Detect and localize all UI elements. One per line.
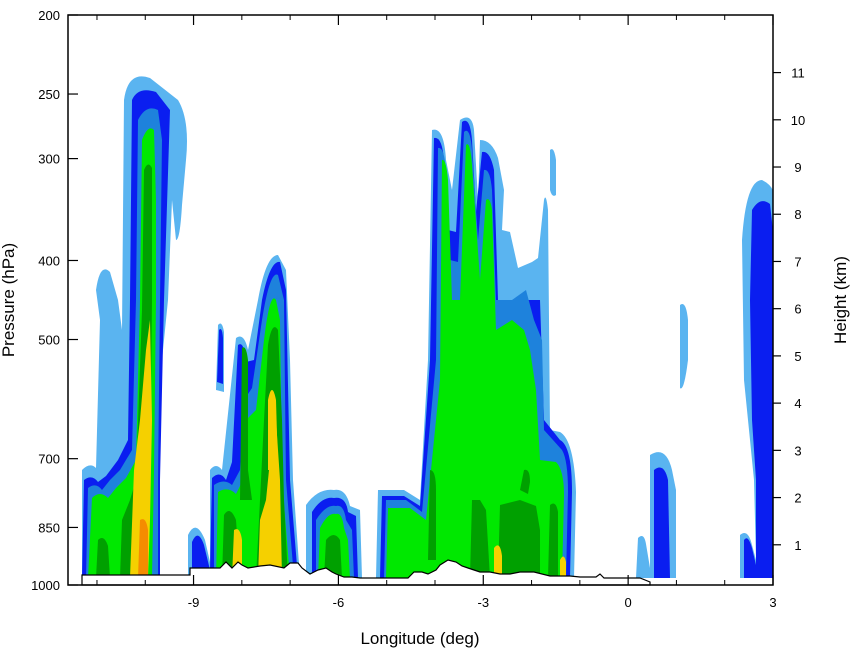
x-tick-label: -9 bbox=[188, 595, 200, 610]
height-tick-label: 10 bbox=[791, 113, 805, 128]
height-tick-label: 3 bbox=[794, 443, 801, 458]
cross-section-chart: -9 -6 -3 0 3 1000 850 700 500 400 300 250 200 1 2 3 4 5… bbox=[0, 8, 850, 648]
pressure-tick-label: 200 bbox=[38, 8, 60, 23]
height-tick-label: 6 bbox=[794, 302, 801, 317]
pressure-tick-label: 850 bbox=[38, 520, 60, 535]
x-tick-label: -6 bbox=[333, 595, 345, 610]
pressure-tick-label: 400 bbox=[38, 253, 60, 268]
x-tick-label: 0 bbox=[625, 595, 632, 610]
pressure-tick-label: 250 bbox=[38, 87, 60, 102]
height-tick-label: 9 bbox=[794, 160, 801, 175]
height-tick-label: 11 bbox=[791, 66, 805, 81]
contour-fill-layer bbox=[82, 76, 773, 579]
height-axis-label: Height (km) bbox=[831, 256, 850, 344]
height-tick-label: 2 bbox=[794, 491, 801, 506]
pressure-tick-label: 300 bbox=[38, 152, 60, 167]
height-tick-label: 1 bbox=[794, 538, 801, 553]
pressure-tick-label: 700 bbox=[38, 452, 60, 467]
x-tick-label: -3 bbox=[477, 595, 489, 610]
pressure-axis-label: Pressure (hPa) bbox=[0, 243, 18, 357]
x-tick-label: 3 bbox=[769, 595, 776, 610]
pressure-axis: 1000 850 700 500 400 300 250 200 bbox=[31, 8, 78, 593]
pressure-tick-label: 500 bbox=[38, 333, 60, 348]
x-axis-label: Longitude (deg) bbox=[360, 629, 479, 648]
height-tick-label: 7 bbox=[794, 254, 801, 269]
height-axis: 1 2 3 4 5 6 7 8 9 10 11 bbox=[773, 66, 805, 553]
pressure-tick-label: 1000 bbox=[31, 578, 60, 593]
height-tick-label: 8 bbox=[794, 207, 801, 222]
height-tick-label: 4 bbox=[794, 396, 801, 411]
cross-section-figure: -9 -6 -3 0 3 1000 850 700 500 400 300 250 200 1 2 3 4 5… bbox=[0, 0, 850, 650]
height-tick-label: 5 bbox=[794, 349, 801, 364]
